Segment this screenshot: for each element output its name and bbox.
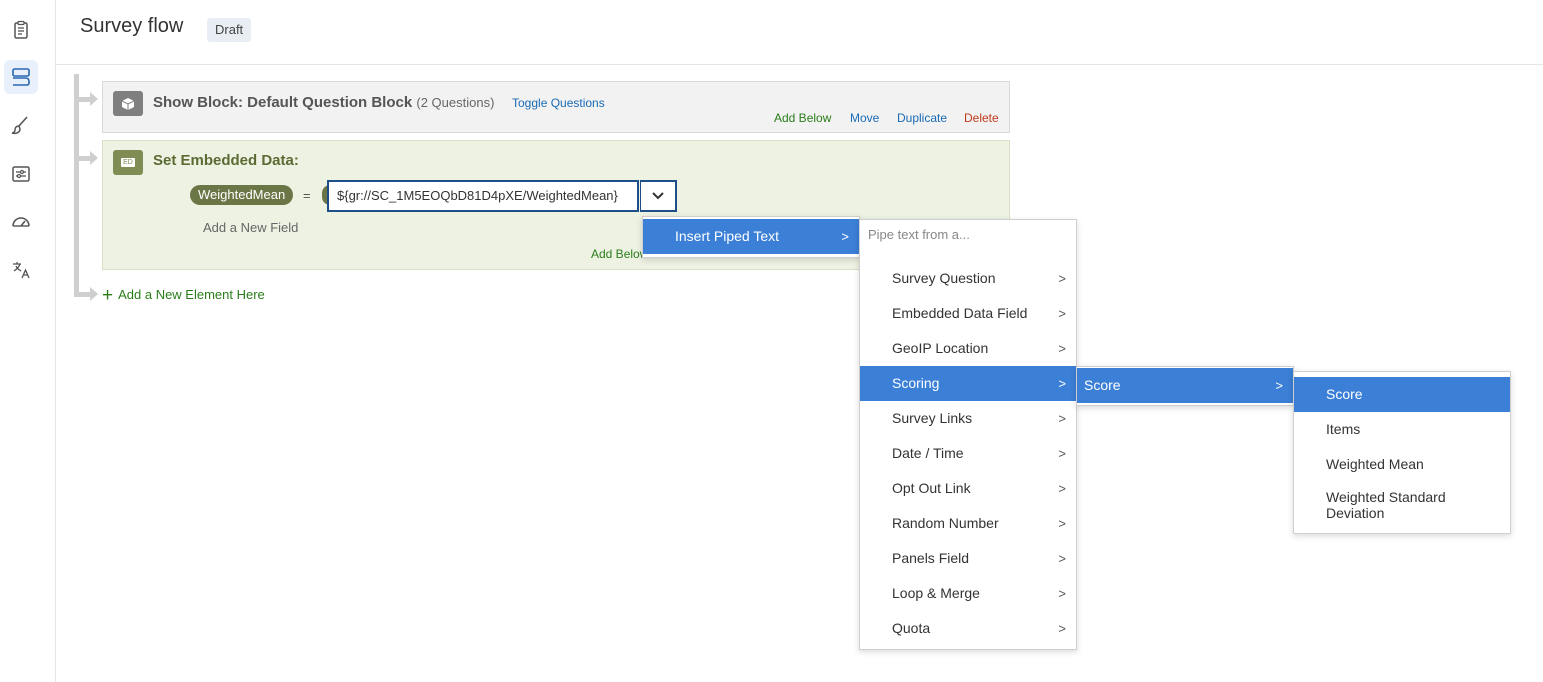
chevron-right-icon: > <box>1058 306 1066 321</box>
chevron-right-icon: > <box>1275 378 1283 393</box>
score-item-weighted-standard-deviation[interactable]: Weighted Standard Deviation <box>1294 489 1510 523</box>
scoring-menu: Score > <box>1076 366 1294 406</box>
left-sidebar <box>0 0 56 682</box>
flow-arrow <box>90 287 98 301</box>
dashboard-icon[interactable] <box>4 205 38 239</box>
flow-arrow <box>90 92 98 106</box>
pipe-item-panels-field[interactable]: Panels Field > <box>860 541 1076 576</box>
flow-line <box>74 74 79 296</box>
chevron-right-icon: > <box>1058 446 1066 461</box>
plus-icon: + <box>102 285 114 306</box>
pipe-item-random-number[interactable]: Random Number > <box>860 506 1076 541</box>
move-link[interactable]: Move <box>850 111 879 125</box>
page-title: Survey flow <box>80 15 184 37</box>
scoring-item-score[interactable]: Score > <box>1077 368 1293 403</box>
show-block[interactable]: Show Block: Default Question Block (2 Qu… <box>102 81 1010 133</box>
score-item-weighted-mean[interactable]: Weighted Mean <box>1294 447 1510 482</box>
page-header: Survey flow Draft <box>56 0 1543 65</box>
field-value-input[interactable]: ${gr://SC_1M5EOQbD81D4pXE/WeightedMean} <box>327 180 639 212</box>
flow-arrow <box>90 151 98 165</box>
clipboard-icon[interactable] <box>4 13 38 47</box>
pipe-text-search[interactable]: Pipe text from a... <box>868 227 970 242</box>
add-new-field-link[interactable]: Add a New Field <box>203 220 298 235</box>
chevron-right-icon: > <box>1058 586 1066 601</box>
field-name-pill[interactable]: WeightedMean <box>190 185 294 205</box>
equals-sign: = <box>303 188 311 203</box>
chevron-right-icon: > <box>841 229 849 244</box>
embedded-data-icon: ED <box>113 150 143 175</box>
insert-menu: Insert Piped Text > <box>642 216 860 258</box>
chevron-right-icon: > <box>1058 481 1066 496</box>
pipe-text-menu: Pipe text from a... Survey Question > Embe… <box>859 219 1077 650</box>
chevron-down-icon <box>652 192 664 200</box>
chevron-right-icon: > <box>1058 376 1066 391</box>
add-new-element-label: Add a New Element Here <box>118 287 265 302</box>
add-below-link[interactable]: Add Below <box>591 247 648 261</box>
brush-icon[interactable] <box>4 108 38 142</box>
score-item-score[interactable]: Score <box>1294 377 1510 412</box>
chevron-right-icon: > <box>1058 271 1066 286</box>
block-cube-icon <box>113 91 143 116</box>
translate-icon[interactable] <box>4 253 38 287</box>
chevron-right-icon: > <box>1058 411 1066 426</box>
survey-flow-icon[interactable] <box>4 60 38 94</box>
add-below-link[interactable]: Add Below <box>774 111 831 125</box>
pipe-item-embedded-data-field[interactable]: Embedded Data Field > <box>860 296 1076 331</box>
pipe-item-date-time[interactable]: Date / Time > <box>860 436 1076 471</box>
embedded-block-title: Set Embedded Data: <box>153 152 299 169</box>
value-dropdown-button[interactable] <box>640 180 677 212</box>
chevron-right-icon: > <box>1058 516 1066 531</box>
add-new-element-link[interactable]: + Add a New Element Here <box>102 285 265 307</box>
pipe-item-survey-links[interactable]: Survey Links > <box>860 401 1076 436</box>
show-block-title: Show Block: Default Question Block (2 Qu… <box>153 94 494 111</box>
pipe-item-opt-out-link[interactable]: Opt Out Link > <box>860 471 1076 506</box>
chevron-right-icon: > <box>1058 341 1066 356</box>
status-badge: Draft <box>207 18 252 42</box>
pipe-item-geoip-location[interactable]: GeoIP Location > <box>860 331 1076 366</box>
pipe-item-loop-merge[interactable]: Loop & Merge > <box>860 576 1076 611</box>
pipe-item-scoring[interactable]: Scoring > <box>860 366 1076 401</box>
insert-piped-text-item[interactable]: Insert Piped Text > <box>643 219 859 254</box>
pipe-item-survey-question[interactable]: Survey Question > <box>860 261 1076 296</box>
score-menu: Score Items Weighted Mean Weighted Stand… <box>1293 371 1511 534</box>
duplicate-link[interactable]: Duplicate <box>897 111 947 125</box>
score-item-items[interactable]: Items <box>1294 412 1510 447</box>
question-count: (2 Questions) <box>416 95 495 110</box>
show-block-name: Show Block: Default Question Block <box>153 94 413 111</box>
pipe-item-quota[interactable]: Quota > <box>860 611 1076 646</box>
chevron-right-icon: > <box>1058 621 1066 636</box>
delete-link[interactable]: Delete <box>964 111 999 125</box>
chevron-right-icon: > <box>1058 551 1066 566</box>
options-icon[interactable] <box>4 157 38 191</box>
toggle-questions-link[interactable]: Toggle Questions <box>512 96 605 110</box>
